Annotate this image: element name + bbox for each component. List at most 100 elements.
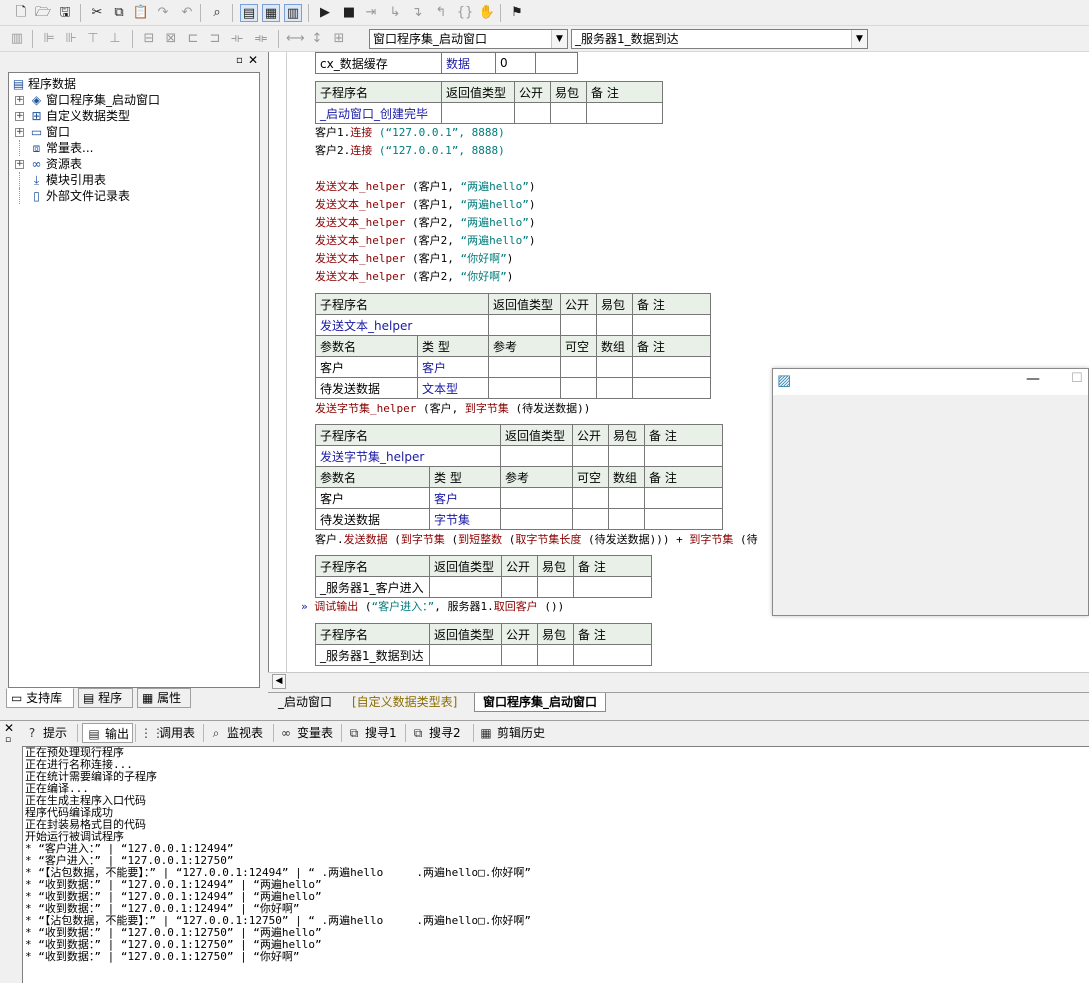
sub-name[interactable]: 发送文本_helper <box>315 314 489 336</box>
param-note[interactable] <box>644 487 723 509</box>
var-name[interactable]: cx_数据缓存 <box>315 52 442 74</box>
save-icon[interactable]: 🖫 <box>56 4 74 22</box>
code-line[interactable]: 发送字节集_helper (客户, 到字节集 (待发送数据)) <box>315 400 590 418</box>
param-ref[interactable] <box>500 487 573 509</box>
tree-item[interactable]: ◈ 窗口程序集_启动窗口 <box>29 92 160 108</box>
output-console[interactable]: 正在预处理现行程序 正在进行名称连接... 正在统计需要编译的子程序 正在编译... 正… <box>22 746 1089 983</box>
sub-return-type[interactable] <box>500 445 573 467</box>
pin-icon[interactable]: ▫ <box>236 55 243 66</box>
tab-output-0[interactable]: ? 提示 <box>24 723 67 743</box>
sub-note[interactable] <box>573 576 652 598</box>
paste-icon[interactable]: 📋 <box>132 4 150 22</box>
sub-note[interactable] <box>632 314 711 336</box>
align-center-icon[interactable]: ⊪ <box>62 30 80 48</box>
resize-v-icon[interactable]: ↕ <box>308 30 326 48</box>
tree-item[interactable]: ∞ 资源表 <box>29 156 83 172</box>
var-type[interactable]: 数据 <box>441 52 496 74</box>
code-line[interactable]: 发送文本_helper (客户2, “你好啊”) <box>315 268 513 286</box>
sub-return-type[interactable] <box>488 314 561 336</box>
find-icon[interactable]: ⌕ <box>208 4 226 22</box>
redo-icon[interactable]: ↷ <box>154 4 172 22</box>
resize-h-icon[interactable]: ⟷ <box>286 30 305 48</box>
param-nullable[interactable] <box>572 487 609 509</box>
align-left-icon[interactable]: ⊫ <box>40 30 58 48</box>
tab-output-5[interactable]: ⧉ 搜寻1 <box>346 723 397 743</box>
braces-icon[interactable]: {} <box>456 4 474 22</box>
code-line[interactable]: 客户1.连接 (“127.0.0.1”, 8888) <box>315 124 505 142</box>
layout1-icon[interactable]: ▤ <box>240 4 258 22</box>
sub-note[interactable] <box>586 102 663 124</box>
tree-root[interactable]: ▤ 程序数据 <box>11 76 76 92</box>
space-v-icon[interactable]: ⟚ <box>252 30 270 48</box>
assembly-select[interactable]: 窗口程序集_启动窗口 ▼ <box>369 29 568 49</box>
code-line[interactable]: 客户2.连接 (“127.0.0.1”, 8888) <box>315 142 505 160</box>
tab-properties[interactable]: ▦ 属性 <box>137 688 191 708</box>
param-name[interactable]: 客户 <box>315 487 430 509</box>
param-note[interactable] <box>632 356 711 378</box>
sub-return-type[interactable] <box>441 102 515 124</box>
run-icon[interactable]: ▶ <box>316 4 334 22</box>
expand-icon[interactable]: + <box>15 112 24 121</box>
code-line[interactable]: 发送文本_helper (客户1, “两遍hello”) <box>315 178 535 196</box>
running-app-window[interactable]: ▨ — ☐ <box>772 368 1089 616</box>
code-line[interactable]: 发送文本_helper (客户2, “两遍hello”) <box>315 214 535 232</box>
param-array[interactable] <box>608 487 645 509</box>
param-nullable[interactable] <box>572 508 609 530</box>
sub-return-type[interactable] <box>429 644 502 666</box>
param-nullable[interactable] <box>560 356 597 378</box>
param-note[interactable] <box>632 377 711 399</box>
new-file-icon[interactable]: 🗋 <box>12 4 30 22</box>
code-line[interactable]: 发送文本_helper (客户2, “两遍hello”) <box>315 232 535 250</box>
sub-easy[interactable] <box>537 576 574 598</box>
sub-public[interactable] <box>572 445 609 467</box>
sub-public[interactable] <box>514 102 551 124</box>
minimize-icon[interactable]: — <box>1026 371 1040 387</box>
param-note[interactable] <box>644 508 723 530</box>
expand-icon[interactable]: + <box>15 128 24 137</box>
sub-note[interactable] <box>644 445 723 467</box>
sub-public[interactable] <box>560 314 597 336</box>
param-ref[interactable] <box>500 508 573 530</box>
tab-output-2[interactable]: ⋮⋮调用表 <box>140 723 195 743</box>
subroutine-select[interactable]: _服务器1_数据到达 ▼ <box>571 29 868 49</box>
tree-item[interactable]: ⊞ 自定义数据类型 <box>29 108 130 124</box>
close-icon[interactable]: ✕ <box>248 53 258 67</box>
var-note[interactable] <box>535 52 578 74</box>
same-height-icon[interactable]: ⊐ <box>206 30 224 48</box>
step-out-icon[interactable]: ↰ <box>432 4 450 22</box>
copy-icon[interactable]: ⧉ <box>110 4 128 22</box>
tree-item[interactable]: ▯ 外部文件记录表 <box>29 188 130 204</box>
tab-output-1[interactable]: ▤ 输出 <box>82 723 134 743</box>
sub-name[interactable]: _服务器1_客户进入 <box>315 576 430 598</box>
tree-item[interactable]: ▭ 窗口 <box>29 124 70 140</box>
code-line[interactable]: 发送文本_helper (客户1, “两遍hello”) <box>315 196 535 214</box>
sub-easy[interactable] <box>596 314 633 336</box>
layout3-icon[interactable]: ▥ <box>284 4 302 22</box>
param-array[interactable] <box>596 356 633 378</box>
same-width-icon[interactable]: ⊏ <box>184 30 202 48</box>
pin-icon[interactable]: ▫ <box>5 735 11 745</box>
sub-return-type[interactable] <box>429 576 502 598</box>
var-value[interactable]: 0 <box>495 52 536 74</box>
tab-window-assembly[interactable]: 窗口程序集_启动窗口 <box>474 693 607 712</box>
maximize-icon[interactable]: ☐ <box>1071 371 1083 386</box>
param-ref[interactable] <box>488 377 561 399</box>
sub-easy[interactable] <box>550 102 587 124</box>
align-top-icon[interactable]: ⊤ <box>84 30 102 48</box>
step-icon[interactable]: ⇥ <box>362 4 380 22</box>
tab-output-7[interactable]: ▦ 剪辑历史 <box>478 723 545 743</box>
param-type[interactable]: 客户 <box>417 356 489 378</box>
tab-startup-window[interactable]: _启动窗口 <box>270 693 340 712</box>
tab-output-4[interactable]: ∞ 变量表 <box>278 723 333 743</box>
sub-easy[interactable] <box>537 644 574 666</box>
tab-output-6[interactable]: ⧉ 搜寻2 <box>410 723 461 743</box>
space-h-icon[interactable]: ⟛ <box>228 30 246 48</box>
tab-custom-types[interactable]: [自定义数据类型表] <box>344 693 465 712</box>
align-bottom-icon[interactable]: ⊥ <box>106 30 124 48</box>
param-name[interactable]: 待发送数据 <box>315 508 430 530</box>
chevron-down-icon[interactable]: ▼ <box>551 30 567 48</box>
center-v-icon[interactable]: ⊠ <box>162 30 180 48</box>
grid-icon[interactable]: ⊞ <box>330 30 348 48</box>
open-folder-icon[interactable]: 🗁 <box>34 4 52 22</box>
tab-output-3[interactable]: ⌕ 监视表 <box>208 723 263 743</box>
